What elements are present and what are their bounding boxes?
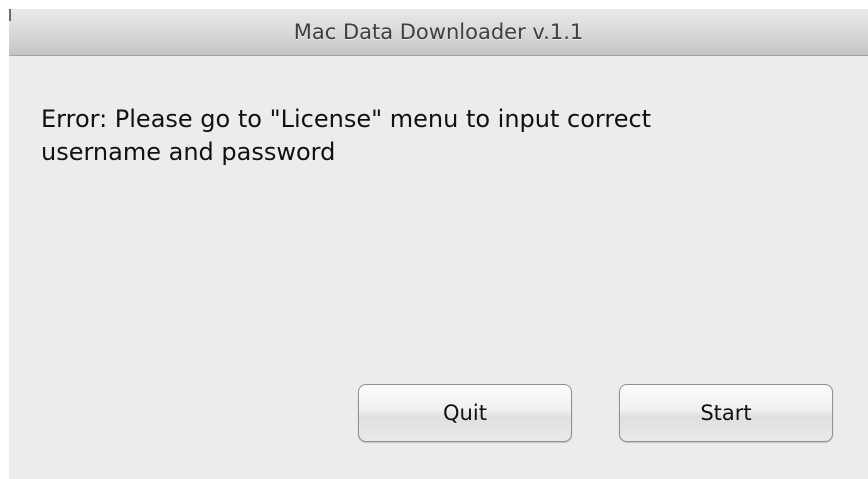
- error-message: Error: Please go to "License" menu to in…: [41, 103, 821, 169]
- start-button[interactable]: Start: [619, 384, 833, 442]
- quit-button[interactable]: Quit: [358, 384, 572, 442]
- dialog-content: Error: Please go to "License" menu to in…: [9, 56, 868, 479]
- error-message-line-2: username and password: [41, 138, 336, 166]
- error-message-line-1: Error: Please go to "License" menu to in…: [41, 105, 652, 133]
- app-window: Mac Data Downloader v.1.1 Error: Please …: [9, 9, 868, 479]
- window-corner-edge: [9, 9, 11, 21]
- window-title: Mac Data Downloader v.1.1: [293, 20, 584, 44]
- title-bar[interactable]: Mac Data Downloader v.1.1: [9, 9, 868, 56]
